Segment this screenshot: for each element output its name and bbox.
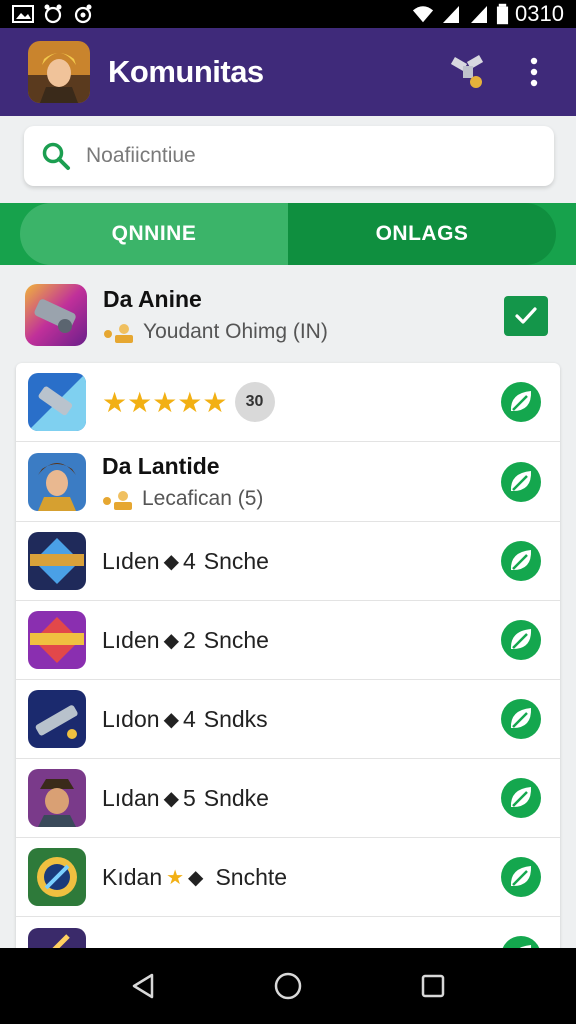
leaf-icon[interactable]: [500, 381, 542, 423]
search-bar[interactable]: [24, 126, 554, 186]
leaf-icon[interactable]: [500, 540, 542, 582]
recents-icon[interactable]: [418, 971, 448, 1001]
trophy-icon: [103, 490, 132, 510]
list-item[interactable]: Kıdan ★ ◆ Snchte: [16, 838, 560, 917]
rating-stars: ★★★★★: [102, 386, 228, 418]
photo-icon: [12, 5, 34, 23]
leaf-icon[interactable]: [500, 698, 542, 740]
alarm-icon: [44, 4, 62, 24]
item-name: Lıden: [102, 547, 160, 574]
app-list: ★★★★★ 30 Da Lantide Lecafican (5) Lıden …: [16, 363, 560, 963]
badge-icon: ◆: [163, 787, 179, 810]
list-item[interactable]: Lıden ◆ 4 Snche: [16, 522, 560, 601]
status-bar: 0310: [0, 0, 576, 28]
item-count: 2: [182, 626, 196, 653]
leaf-icon[interactable]: [500, 461, 542, 503]
app-icon: [28, 769, 86, 827]
search-icon: [42, 142, 70, 170]
app-icon: [28, 690, 86, 748]
leaf-icon[interactable]: [500, 619, 542, 661]
item-unit: Sndks: [203, 705, 268, 732]
item-unit: Snche: [203, 626, 269, 653]
star-icon: ★: [166, 866, 185, 889]
tab-qnnine[interactable]: QNNINE: [20, 203, 288, 265]
status-time: 0310: [515, 1, 564, 26]
list-item[interactable]: Lıdon ◆ 4 Sndks: [16, 680, 560, 759]
wifi-icon: [412, 6, 434, 23]
more-options-button[interactable]: [514, 52, 554, 92]
app-icon: [28, 532, 86, 590]
navigation-bar: [0, 948, 576, 1024]
item-name: Kıdan: [102, 863, 163, 890]
featured-title: Da Anine: [103, 285, 202, 312]
rating-badge: 30: [234, 382, 275, 422]
list-item[interactable]: Lıdan ◆ 5 Sndke: [16, 759, 560, 838]
item-title: Da Lantide: [102, 452, 220, 479]
item-unit: Sndke: [203, 784, 269, 811]
signal-icon: [443, 6, 460, 23]
item-count: 4: [182, 547, 196, 574]
app-avatar[interactable]: [28, 41, 90, 103]
alarm-icon: [74, 4, 92, 24]
back-icon[interactable]: [128, 971, 158, 1001]
item-unit: Snchte: [215, 863, 288, 890]
trophy-icon: [104, 323, 133, 343]
more-vert-icon: [530, 57, 538, 87]
leaf-icon[interactable]: [500, 777, 542, 819]
leaf-icon[interactable]: [500, 856, 542, 898]
list-item[interactable]: ★★★★★ 30: [16, 363, 560, 442]
badge-icon: ◆: [163, 629, 179, 652]
list-item[interactable]: Da Lantide Lecafican (5): [16, 443, 560, 522]
satellite-icon: [450, 55, 484, 88]
check-icon: [515, 307, 537, 324]
featured-subtitle: Youdant Ohimg (IN): [143, 319, 328, 343]
app-icon: [28, 373, 86, 431]
search-input[interactable]: [86, 144, 526, 168]
item-name: Lıdon: [102, 705, 160, 732]
badge-icon: ◆: [188, 866, 204, 889]
app-icon: [28, 848, 86, 906]
satellite-button[interactable]: [448, 52, 488, 92]
item-subtitle: Lecafican (5): [142, 486, 264, 510]
item-unit: Snche: [203, 547, 269, 574]
signal-icon: [471, 6, 488, 23]
home-icon[interactable]: [273, 971, 303, 1001]
app-title: Komunitas: [108, 54, 264, 89]
tab-onlags[interactable]: ONLAGS: [288, 203, 556, 265]
item-name: Lıdan: [102, 784, 160, 811]
badge-icon: ◆: [163, 708, 179, 731]
app-icon: [28, 611, 86, 669]
battery-icon: [496, 3, 509, 25]
list-item[interactable]: Lıden ◆ 2 Snche: [16, 601, 560, 680]
tab-strip: QNNINE ONLAGS: [0, 203, 576, 265]
selected-checkbox[interactable]: [504, 296, 548, 336]
item-count: 5: [182, 784, 196, 811]
featured-app-icon: [25, 284, 87, 346]
item-name: Lıden: [102, 626, 160, 653]
item-count: 4: [182, 705, 196, 732]
app-bar: Komunitas: [0, 28, 576, 116]
featured-item[interactable]: Da Anine Youdant Ohimg (IN): [0, 274, 576, 356]
badge-icon: ◆: [163, 550, 179, 573]
app-icon: [28, 453, 86, 511]
